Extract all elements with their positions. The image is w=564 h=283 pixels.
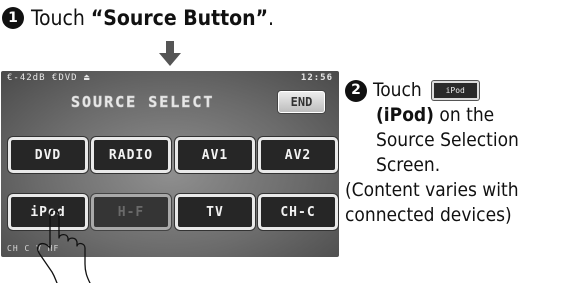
step2-rest1: on the xyxy=(433,104,495,126)
step1-target: “Source Button” xyxy=(90,6,269,30)
source-button-tv[interactable]: TV xyxy=(175,194,255,230)
step1-text: Touch “Source Button”. xyxy=(31,6,274,30)
status-left: €-42dB €DVD ⏏ xyxy=(7,73,91,83)
source-button-radio[interactable]: RADIO xyxy=(91,137,171,173)
step2-rest2: Source Selection xyxy=(376,129,519,151)
step2-note1: (Content varies with xyxy=(345,179,519,201)
step2-prefix: Touch xyxy=(373,79,422,101)
step1-instruction: 1 Touch “Source Button”. xyxy=(2,6,274,30)
screen-title: SOURCE SELECT xyxy=(71,93,215,112)
step1-number-badge: 1 xyxy=(2,7,24,29)
source-button-av2[interactable]: AV2 xyxy=(258,137,338,173)
pointing-hand-icon xyxy=(36,209,91,283)
source-button-chc[interactable]: CH-C xyxy=(258,194,338,230)
step2-number-badge: 2 xyxy=(345,79,367,102)
step1-suffix: . xyxy=(268,6,275,30)
status-bar: €-42dB €DVD ⏏ 12:56 xyxy=(7,73,333,85)
step1-prefix: Touch xyxy=(31,6,91,30)
source-button-av1[interactable]: AV1 xyxy=(175,137,255,173)
step2-note2: connected devices) xyxy=(345,204,512,226)
clock: 12:56 xyxy=(300,73,333,83)
step2-instruction: 2 Touch iPod (iPod) on the Source Select… xyxy=(345,78,564,228)
source-button-dvd[interactable]: DVD xyxy=(8,137,88,173)
end-button[interactable]: END xyxy=(278,91,325,113)
step2-target: (iPod) xyxy=(376,104,434,126)
ipod-button-icon: iPod xyxy=(431,81,479,100)
step2-rest3: Screen. xyxy=(376,154,441,176)
down-arrow-icon xyxy=(159,41,181,66)
